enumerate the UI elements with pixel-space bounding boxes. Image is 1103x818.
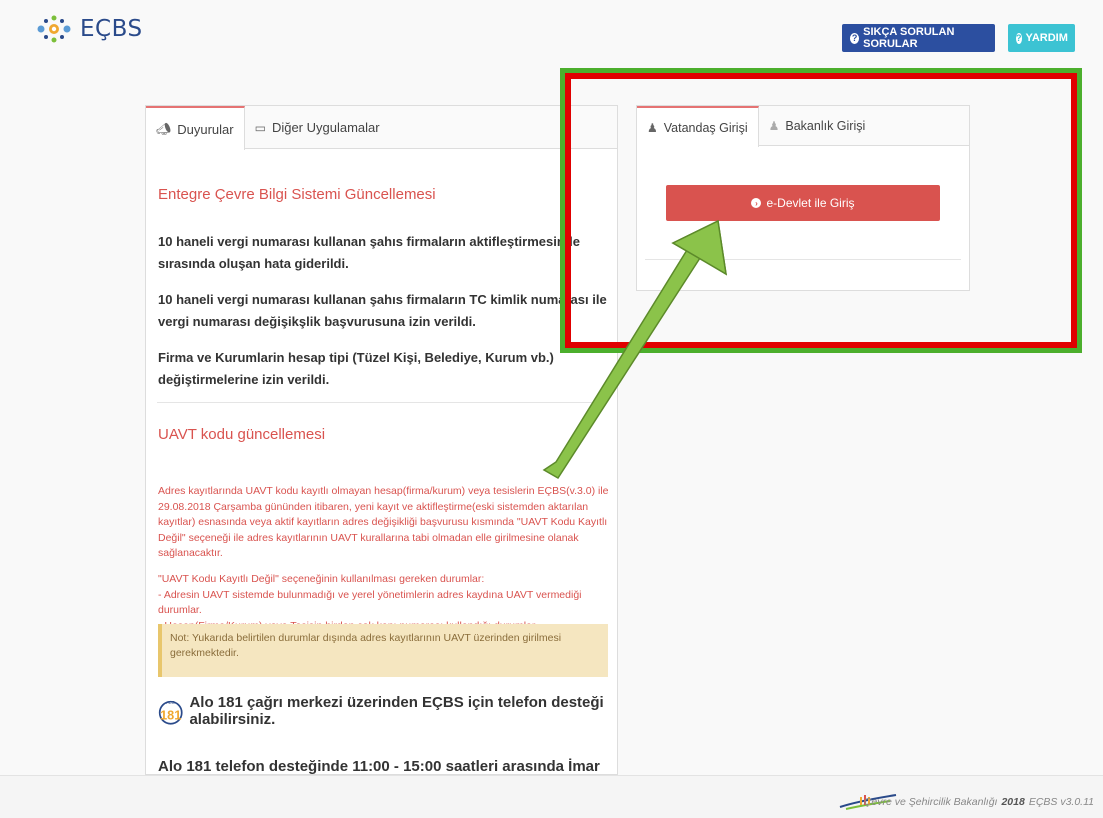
- ecbs-logo-icon: [37, 15, 71, 43]
- ecbs-logo[interactable]: EÇBS: [36, 14, 143, 44]
- faq-button[interactable]: ? SIKÇA SORULAN SORULAR: [842, 24, 995, 52]
- question-circle-icon: ?: [850, 32, 860, 44]
- note-box: Not: Yukarıda belirtilen durumlar dışınd…: [158, 624, 608, 677]
- edevlet-label: e-Devlet ile Giriş: [766, 196, 855, 210]
- alo-181-icon: ALO 181: [158, 700, 183, 725]
- alo-badge-top: ALO: [166, 700, 175, 705]
- chevron-right-icon: ›: [751, 198, 762, 208]
- megaphone-icon: 📣︎: [156, 122, 172, 136]
- footer-version: EÇBS v3.0.11: [1028, 796, 1094, 808]
- news-paragraph: 10 haneli vergi numarası kullanan şahıs …: [158, 292, 607, 329]
- tab-vatandas-girisi[interactable]: ♟ Vatandaş Girişi: [637, 106, 759, 147]
- alo-181-row: ALO 181 Alo 181 çağrı merkezi üzerinden …: [158, 694, 617, 728]
- logo-text: EÇBS: [80, 16, 143, 42]
- announcements-tabs: 📣︎ Duyurular ▭ Diğer Uygulamalar: [146, 106, 617, 150]
- tab-label: Duyurular: [177, 121, 234, 137]
- question-circle-icon: ?: [1016, 32, 1022, 44]
- footer-ministry: Çevre ve Şehircilik Bakanlığı: [863, 796, 998, 808]
- login-tabs: ♟ Vatandaş Girişi ♟ Bakanlık Girişi: [637, 106, 969, 147]
- footer: Çevre ve Şehircilik Bakanlığı 2018 EÇBS …: [0, 775, 1103, 818]
- alo-text: Alo 181 çağrı merkezi üzerinden EÇBS içi…: [189, 694, 604, 728]
- tab-label: Bakanlık Girişi: [785, 119, 866, 133]
- faq-label: SIKÇA SORULAN SORULAR: [863, 26, 955, 50]
- user-icon: ♟: [647, 120, 658, 135]
- tab-diger-uygulamalar[interactable]: ▭ Diğer Uygulamalar: [245, 106, 390, 149]
- login-panel: ♟ Vatandaş Girişi ♟ Bakanlık Girişi › e-…: [636, 105, 970, 291]
- top-bar: EÇBS ? SIKÇA SORULAN SORULAR ? YARDIM: [0, 0, 1103, 72]
- news-paragraph: 10 haneli vergi numarası kullanan şahıs …: [158, 234, 580, 271]
- announcements-panel: 📣︎ Duyurular ▭ Diğer Uygulamalar Entegre…: [145, 105, 618, 775]
- news-paragraph: Firma ve Kurumlarin hesap tipi (Tüzel Ki…: [158, 350, 554, 387]
- help-button[interactable]: ? YARDIM: [1008, 24, 1075, 52]
- uavt-cases-title: "UAVT Kodu Kayıtlı Değil" seçeneğinin ku…: [158, 573, 485, 585]
- divider: [157, 402, 607, 403]
- alo-text-2: Alo 181 telefon desteğinde 11:00 - 15:00…: [158, 758, 600, 775]
- tab-bakanlik-girisi[interactable]: ♟ Bakanlık Girişi: [759, 106, 876, 146]
- uavt-paragraph: Adres kayıtlarında UAVT kodu kayıtlı olm…: [158, 485, 609, 559]
- divider: [645, 259, 961, 260]
- help-label: YARDIM: [1025, 32, 1068, 44]
- footer-year: 2018: [1001, 796, 1025, 808]
- footer-text: Çevre ve Şehircilik Bakanlığı 2018 EÇBS …: [864, 796, 1094, 808]
- tab-duyurular[interactable]: 📣︎ Duyurular: [146, 106, 245, 150]
- tab-label: Vatandaş Girişi: [663, 120, 748, 135]
- uavt-title: UAVT kodu güncellemesi: [158, 426, 326, 443]
- edevlet-login-button[interactable]: › e-Devlet ile Giriş: [666, 185, 940, 221]
- alo-badge-num: 181: [160, 707, 181, 722]
- tab-label: Diğer Uygulamalar: [271, 120, 380, 135]
- user-icon: ♟: [768, 119, 780, 133]
- uavt-case: - Adresin UAVT sistemde bulunmadığı ve y…: [158, 588, 582, 617]
- news-title: Entegre Çevre Bilgi Sistemi Güncellemesi: [158, 186, 436, 203]
- laptop-icon: ▭: [254, 120, 266, 135]
